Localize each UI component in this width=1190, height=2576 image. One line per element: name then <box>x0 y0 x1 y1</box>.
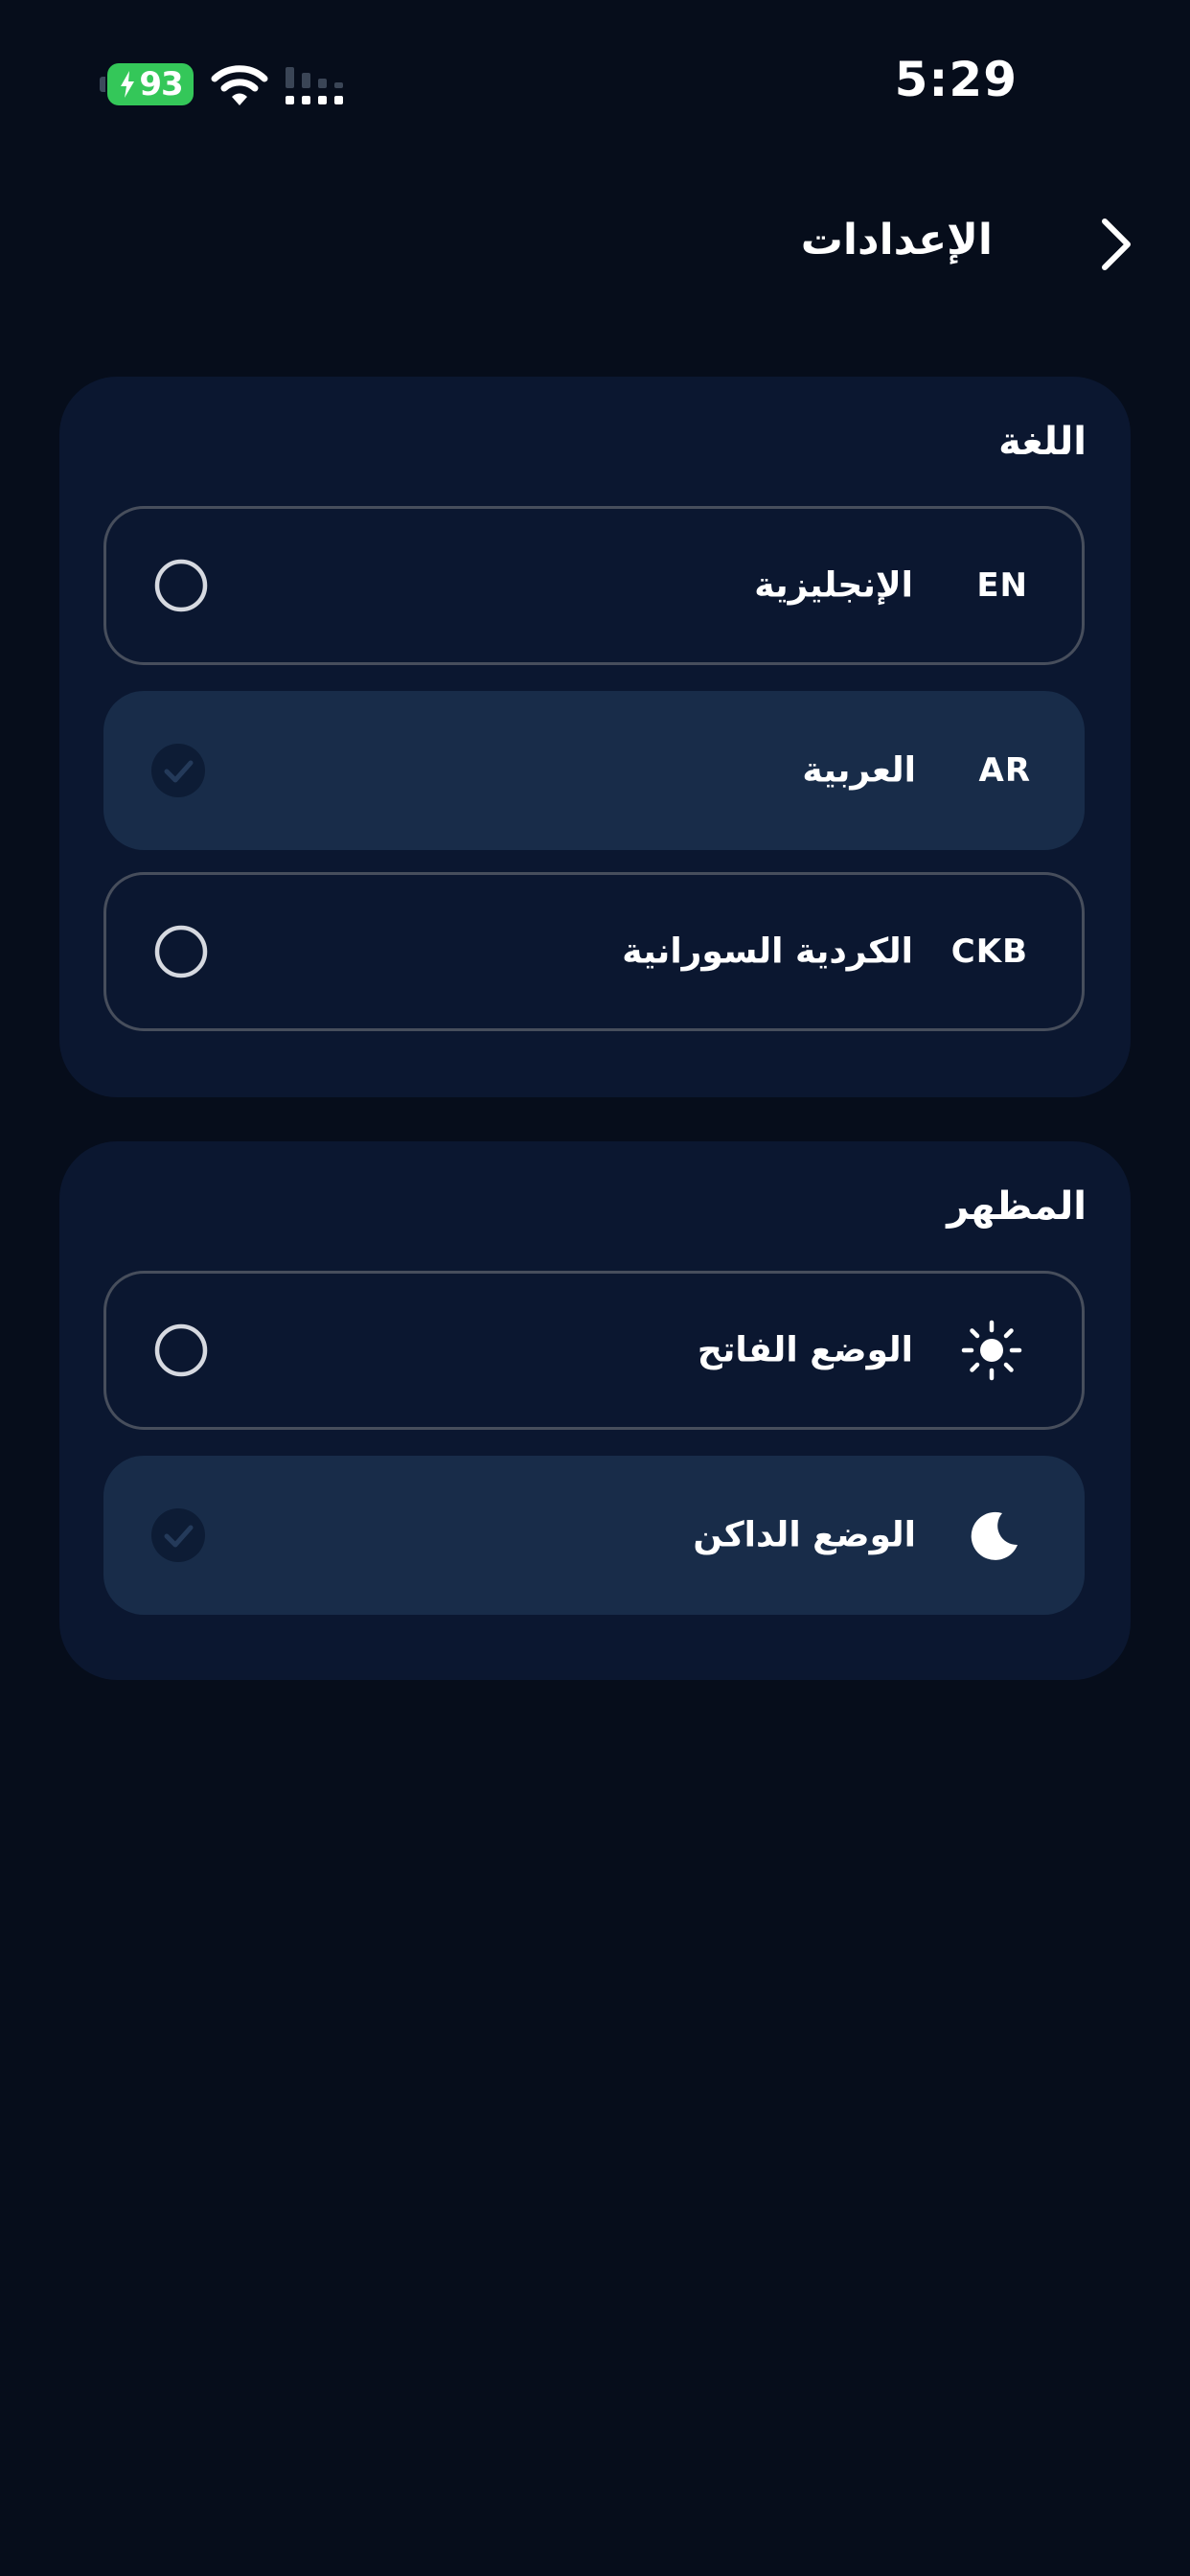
status-bar: 93 5:29 <box>0 0 1190 172</box>
radio-checked-icon[interactable] <box>151 744 205 797</box>
theme-option-dark[interactable]: الوضع الداكن <box>103 1456 1085 1615</box>
header: الإعدادات <box>0 192 1190 297</box>
moon-icon <box>971 1511 1018 1560</box>
theme-option-light[interactable]: الوضع الفاتح <box>103 1271 1085 1430</box>
language-option-en[interactable]: EN الإنجليزية <box>103 506 1085 665</box>
radio-unchecked-icon[interactable] <box>154 559 208 612</box>
radio-unchecked-icon[interactable] <box>154 1323 208 1377</box>
radio-checked-icon[interactable] <box>151 1508 205 1562</box>
cellular-signal-icon <box>286 67 343 104</box>
radio-unchecked-icon[interactable] <box>154 925 208 978</box>
language-option-ckb[interactable]: CKB الكردية السورانية <box>103 872 1085 1031</box>
language-option-ar[interactable]: AR العربية <box>103 691 1085 850</box>
theme-label: الوضع الفاتح <box>697 1330 913 1370</box>
language-section-title: اللغة <box>998 420 1087 464</box>
language-label: الكردية السورانية <box>622 932 913 972</box>
language-card: اللغة EN الإنجليزية AR العربية CKB الكرد… <box>59 377 1131 1097</box>
battery-level: 93 <box>139 65 183 104</box>
back-button[interactable] <box>1083 211 1150 278</box>
battery-indicator: 93 <box>107 63 194 105</box>
chevron-right-icon <box>1102 218 1131 270</box>
page-title: الإعدادات <box>800 216 993 264</box>
language-code: CKB <box>950 932 1028 971</box>
language-label: العربية <box>802 750 916 791</box>
language-label: الإنجليزية <box>754 565 913 606</box>
battery-tip <box>100 77 105 92</box>
sun-icon <box>961 1320 1022 1381</box>
charging-bolt-icon <box>121 71 135 98</box>
appearance-card: المظهر الوضع الفاتح الوضع الداكن <box>59 1141 1131 1680</box>
theme-label: الوضع الداكن <box>693 1515 916 1555</box>
wifi-icon <box>211 65 268 105</box>
language-code: AR <box>978 751 1031 790</box>
language-code: EN <box>976 566 1028 605</box>
appearance-section-title: المظهر <box>947 1184 1087 1229</box>
status-time: 5:29 <box>894 52 1018 107</box>
